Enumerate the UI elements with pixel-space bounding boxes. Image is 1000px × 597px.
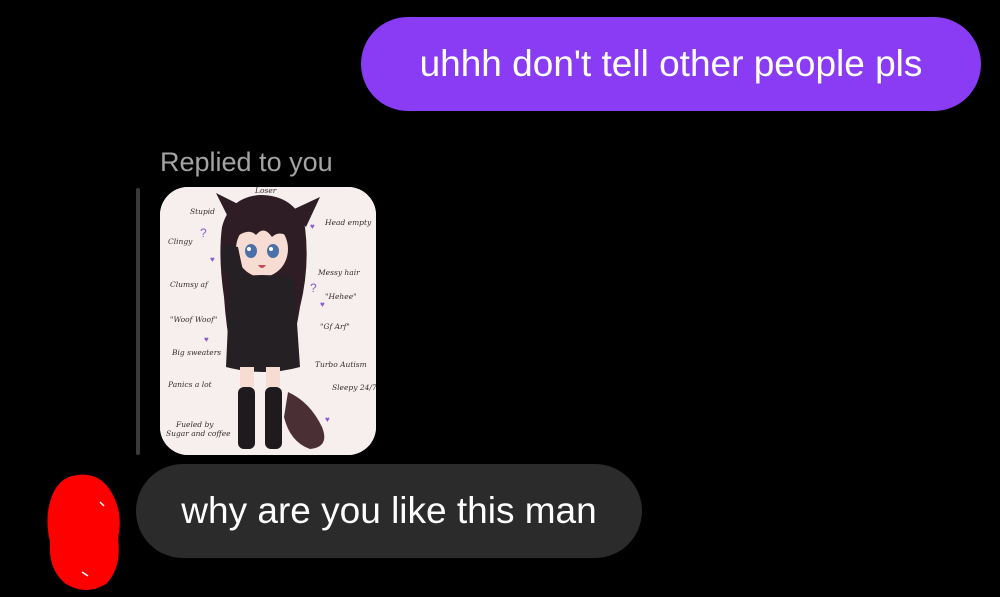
- svg-text:♥: ♥: [210, 255, 215, 264]
- character-illustration: ♥ ♥ ♥ ♥ ♥ ? ? Loser Stupid Head empty Cl…: [160, 187, 376, 455]
- redaction-scribble: [47, 474, 120, 590]
- label-panics: Panics a lot: [167, 380, 213, 389]
- label-fueled: Fueled by: [175, 420, 214, 429]
- label-clingy: Clingy: [168, 237, 193, 246]
- replied-image[interactable]: ♥ ♥ ♥ ♥ ♥ ? ? Loser Stupid Head empty Cl…: [160, 187, 376, 455]
- label-loser: Loser: [254, 187, 277, 195]
- incoming-message-bubble[interactable]: why are you like this man: [136, 464, 642, 558]
- label-big-sweaters: Big sweaters: [171, 348, 221, 357]
- label-head-empty: Head empty: [324, 218, 372, 227]
- label-messy-hair: Messy hair: [317, 268, 360, 277]
- svg-text:?: ?: [310, 281, 317, 295]
- avatar-redacted[interactable]: [42, 472, 126, 594]
- label-hehee: "Hehee": [325, 292, 357, 301]
- reply-header: Replied to you: [160, 147, 333, 177]
- svg-text:?: ?: [200, 226, 207, 240]
- svg-text:♥: ♥: [325, 415, 330, 424]
- label-gf-arf: "Gf Arf": [320, 322, 350, 331]
- label-woof: "Woof Woof": [170, 315, 217, 324]
- label-clumsy: Clumsy af: [170, 280, 209, 289]
- label-turbo-autism: Turbo Autism: [315, 360, 367, 369]
- chat-screen: uhhh don't tell other people pls Replied…: [0, 0, 1000, 597]
- label-sleepy: Sleepy 24/7: [332, 383, 376, 392]
- reply-quote-bar: [136, 188, 140, 455]
- svg-text:♥: ♥: [320, 300, 325, 309]
- svg-text:♥: ♥: [310, 222, 315, 231]
- svg-text:♥: ♥: [204, 335, 209, 344]
- label-stupid: Stupid: [190, 207, 215, 216]
- label-sugar-coffee: Sugar and coffee: [166, 429, 231, 438]
- outgoing-message-bubble[interactable]: uhhh don't tell other people pls: [361, 17, 981, 111]
